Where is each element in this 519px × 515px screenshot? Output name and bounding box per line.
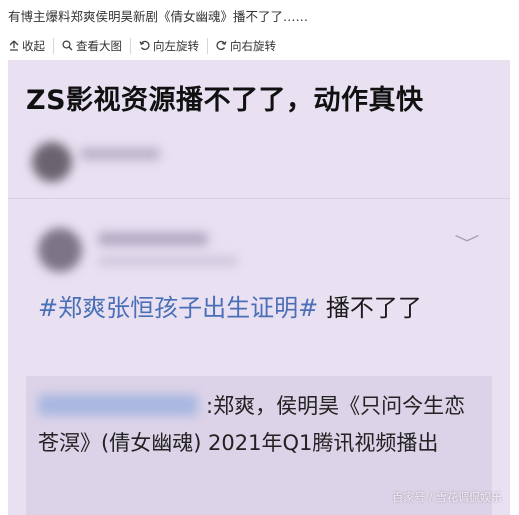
view-large-label: 查看大图 (76, 39, 122, 53)
article-title: 有博主爆料郑爽侯明昊新剧《倩女幽魂》播不了了…… (0, 0, 519, 30)
chevron-down-icon: ﹀ (454, 234, 480, 255)
blurred-username (98, 232, 208, 246)
blurred-avatar (32, 142, 72, 182)
collapse-button[interactable]: 收起 (0, 38, 53, 54)
collapse-label: 收起 (22, 39, 45, 53)
image-headline: ZS影视资源播不了了，动作真快 (26, 85, 424, 116)
rotate-left-label: 向左旋转 (153, 39, 199, 53)
view-large-button[interactable]: 查看大图 (53, 38, 130, 54)
quote-text: :郑爽，侯明昊《只问今生恋苍溟》(倩女幽魂) 2021年Q1腾讯视频播出 (38, 394, 466, 455)
blurred-avatar (38, 228, 82, 272)
rotate-left-button[interactable]: 向左旋转 (130, 38, 207, 54)
divider (8, 198, 510, 199)
article-title-text: 有博主爆料郑爽侯明昊新剧《倩女幽魂》播不了了…… (8, 9, 309, 24)
blurred-post-meta (98, 256, 238, 266)
rotate-right-icon (216, 40, 227, 53)
post-text-body: 播不了了 (318, 294, 422, 322)
magnifier-icon (62, 39, 73, 53)
image-toolbar: 收起 查看大图 向左旋转 向右旋转 (0, 34, 519, 58)
blurred-username (80, 148, 160, 160)
post-hashtag: #郑爽张恒孩子出生证明# (38, 294, 319, 322)
rotate-right-button[interactable]: 向右旋转 (207, 38, 284, 54)
article-image[interactable]: ZS影视资源播不了了，动作真快 ﹀ #郑爽张恒孩子出生证明# 播不了了 :郑爽，… (8, 60, 510, 515)
rotate-left-icon (139, 40, 150, 53)
post-text: #郑爽张恒孩子出生证明# 播不了了 (38, 290, 468, 326)
collapse-up-icon (8, 40, 19, 53)
image-watermark: 百家号 / 雪花调侃娱乐 (392, 491, 502, 504)
rotate-right-label: 向右旋转 (230, 39, 276, 53)
